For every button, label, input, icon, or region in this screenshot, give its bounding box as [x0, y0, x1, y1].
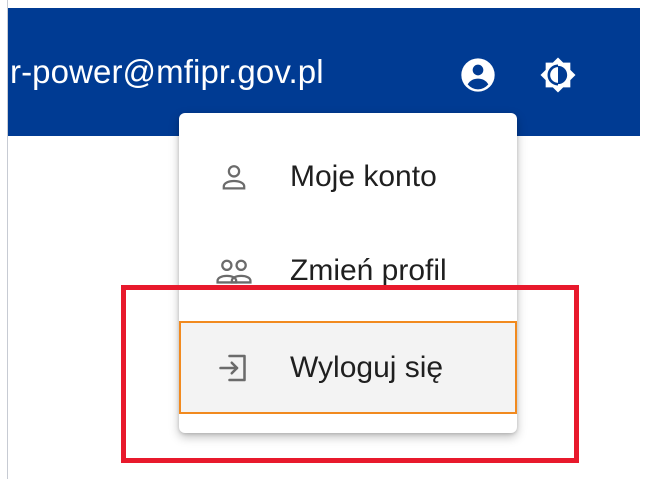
- menu-item-label: Moje konto: [290, 160, 437, 193]
- theme-toggle-button[interactable]: [536, 53, 580, 97]
- page-right-edge: [640, 0, 653, 479]
- people-icon: [214, 251, 254, 291]
- menu-item-my-account[interactable]: Moje konto: [179, 131, 517, 223]
- account-circle-icon: [461, 58, 495, 92]
- menu-item-label: Zmień profil: [290, 254, 447, 287]
- screenshot-frame: r-power@mfipr.gov.pl Moje konto Zmień pr…: [0, 0, 653, 479]
- page-left-edge: [0, 0, 8, 479]
- brightness-toggle-icon: [540, 57, 576, 93]
- menu-item-logout[interactable]: Wyloguj się: [179, 321, 517, 414]
- person-icon: [214, 157, 254, 197]
- logout-icon: [214, 348, 254, 388]
- menu-item-label: Wyloguj się: [290, 350, 444, 384]
- account-button[interactable]: [456, 53, 500, 97]
- user-menu: Moje konto Zmień profil Wyloguj się: [179, 113, 517, 433]
- user-email: r-power@mfipr.gov.pl: [10, 53, 324, 90]
- menu-item-change-profile[interactable]: Zmień profil: [179, 225, 517, 317]
